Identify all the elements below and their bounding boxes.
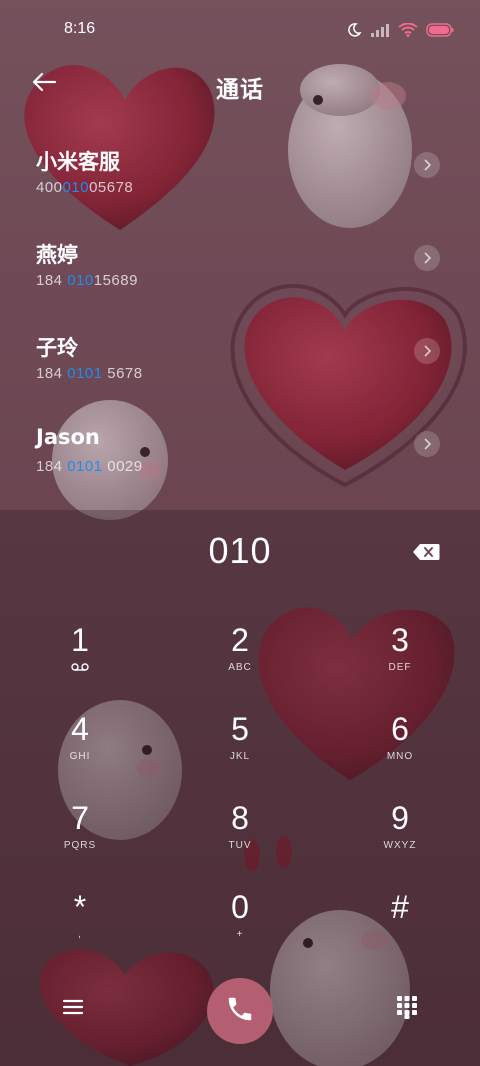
contact-number: 184 0101 0029 (36, 458, 143, 475)
key-star[interactable]: * , (20, 885, 140, 965)
key-letters: ABC (228, 662, 252, 673)
key-8[interactable]: 8 TUV (180, 796, 300, 876)
key-5[interactable]: 5 JKL (180, 707, 300, 787)
key-letters: TUV (228, 840, 252, 851)
contact-details-button[interactable] (414, 431, 440, 457)
key-digit: 8 (231, 800, 249, 836)
key-digit: 3 (391, 622, 409, 658)
contact-row[interactable]: 小米客服 40001005678 (0, 122, 480, 215)
key-letters (340, 929, 460, 943)
contact-details-button[interactable] (414, 152, 440, 178)
key-3[interactable]: 3 DEF (340, 618, 460, 698)
header: 通话 (0, 62, 480, 106)
contact-row[interactable]: 燕婷 184 01015689 (0, 215, 480, 308)
battery-icon (426, 23, 454, 37)
key-6[interactable]: 6 MNO (340, 707, 460, 787)
contact-number: 184 0101 5678 (36, 365, 143, 382)
chevron-right-icon (422, 249, 432, 268)
page-title: 通话 (216, 77, 264, 103)
key-digit: 6 (391, 711, 409, 747)
key-7[interactable]: 7 PQRS (20, 796, 140, 876)
dialpad-icon (396, 995, 418, 1023)
key-letters: DEF (388, 662, 412, 673)
key-4[interactable]: 4 GHI (20, 707, 140, 787)
chevron-right-icon (422, 156, 432, 175)
key-digit: 5 (231, 711, 249, 747)
contact-name: 燕婷 (36, 243, 78, 267)
contact-list: 小米客服 40001005678 燕婷 184 01015689 子玲 184 … (0, 122, 480, 494)
key-digit: # (391, 889, 409, 925)
backspace-icon (412, 544, 440, 565)
signal-icon (370, 23, 390, 37)
dialpad-toggle-button[interactable] (392, 994, 422, 1024)
key-digit: 4 (71, 711, 89, 747)
status-time: 8:16 (64, 20, 96, 37)
key-letters: , (78, 929, 82, 940)
key-0[interactable]: 0 + (180, 885, 300, 965)
key-9[interactable]: 9 WXYZ (340, 796, 460, 876)
key-digit: 9 (391, 800, 409, 836)
chevron-right-icon (422, 435, 432, 454)
key-letters: GHI (69, 751, 91, 762)
contact-name: 小米客服 (36, 150, 120, 174)
phone-icon (225, 994, 255, 1028)
status-bar: 8:16 (0, 0, 480, 62)
dialed-number: 010 (208, 530, 272, 571)
key-1[interactable]: 1 (20, 618, 140, 698)
contact-row[interactable]: Jason 184 0101 0029 (0, 401, 480, 494)
contact-name: Jason (36, 425, 100, 449)
contact-row[interactable]: 子玲 184 0101 5678 (0, 308, 480, 401)
status-icons (346, 22, 454, 38)
bottom-bar (0, 978, 480, 1044)
delete-button[interactable] (412, 543, 442, 563)
key-letters: WXYZ (383, 840, 417, 851)
key-hash[interactable]: # (340, 885, 460, 965)
menu-icon (62, 998, 84, 1020)
voicemail-icon (20, 662, 140, 676)
key-letters: MNO (386, 751, 414, 762)
menu-button[interactable] (58, 994, 88, 1024)
key-digit: 2 (231, 622, 249, 658)
contact-details-button[interactable] (414, 245, 440, 271)
key-letters: + (236, 929, 244, 940)
key-digit: 1 (71, 622, 89, 658)
key-digit: 0 (231, 889, 249, 925)
wifi-icon (398, 23, 418, 37)
contact-number: 40001005678 (36, 179, 134, 196)
chevron-right-icon (422, 342, 432, 361)
key-digit: * (73, 889, 87, 925)
contact-details-button[interactable] (414, 338, 440, 364)
call-button[interactable] (207, 978, 273, 1044)
key-2[interactable]: 2 ABC (180, 618, 300, 698)
contact-number: 184 01015689 (36, 272, 138, 289)
contact-name: 子玲 (36, 336, 78, 360)
key-letters: PQRS (63, 840, 97, 851)
moon-icon (346, 22, 362, 38)
key-letters: JKL (229, 751, 251, 762)
key-digit: 7 (71, 800, 89, 836)
